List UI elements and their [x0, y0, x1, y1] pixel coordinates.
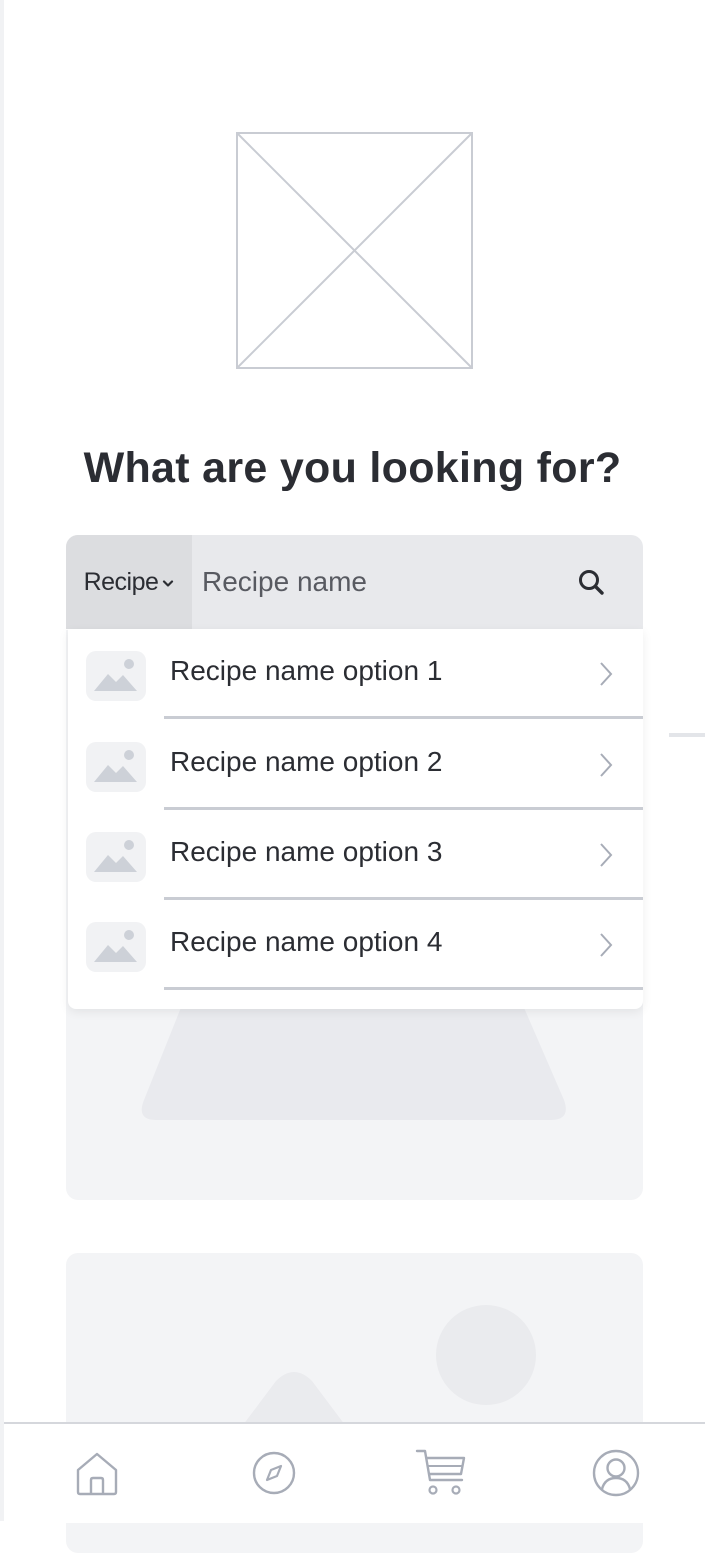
search-suggestions-dropdown: Recipe name option 1 Recipe name option … [68, 629, 643, 1009]
tab-explore[interactable] [247, 1446, 301, 1500]
suggestion-item[interactable]: Recipe name option 3 [68, 810, 643, 900]
hero-image-placeholder [236, 132, 473, 369]
compass-icon [252, 1451, 296, 1495]
tab-cart[interactable] [414, 1446, 468, 1500]
tab-home[interactable] [70, 1446, 124, 1500]
bottom-tab-bar [4, 1422, 705, 1523]
side-indicator [669, 733, 705, 737]
image-placeholder-icon [236, 132, 473, 369]
image-icon [86, 922, 146, 972]
left-edge-strip [0, 0, 4, 1521]
cart-icon [415, 1449, 466, 1495]
image-icon [86, 832, 146, 882]
search-input[interactable] [202, 557, 562, 607]
divider [164, 716, 643, 719]
chevron-right-icon [598, 660, 614, 693]
chevron-right-icon [598, 931, 614, 964]
image-icon [86, 651, 146, 701]
tab-profile[interactable] [589, 1446, 643, 1500]
category-select-label: Recipe [83, 567, 159, 596]
suggestion-label: Recipe name option 4 [170, 926, 443, 957]
search-bar: Recipe [66, 535, 643, 629]
suggestion-item[interactable]: Recipe name option 1 [68, 629, 643, 719]
home-icon [76, 1452, 118, 1496]
search-icon [579, 570, 604, 595]
suggestion-item[interactable]: Recipe name option 4 [68, 900, 643, 990]
suggestion-label: Recipe name option 1 [170, 655, 443, 686]
category-select[interactable]: Recipe [66, 535, 192, 629]
chevron-down-icon [162, 575, 174, 593]
chevron-right-icon [598, 841, 614, 874]
suggestion-label: Recipe name option 2 [170, 746, 443, 777]
suggestion-item[interactable]: Recipe name option 2 [68, 720, 643, 810]
divider [164, 987, 643, 990]
page-title: What are you looking for? [83, 444, 622, 492]
search-button[interactable] [572, 563, 612, 603]
chevron-right-icon [598, 751, 614, 784]
suggestion-label: Recipe name option 3 [170, 836, 443, 867]
profile-icon [592, 1449, 640, 1497]
image-icon [86, 742, 146, 792]
